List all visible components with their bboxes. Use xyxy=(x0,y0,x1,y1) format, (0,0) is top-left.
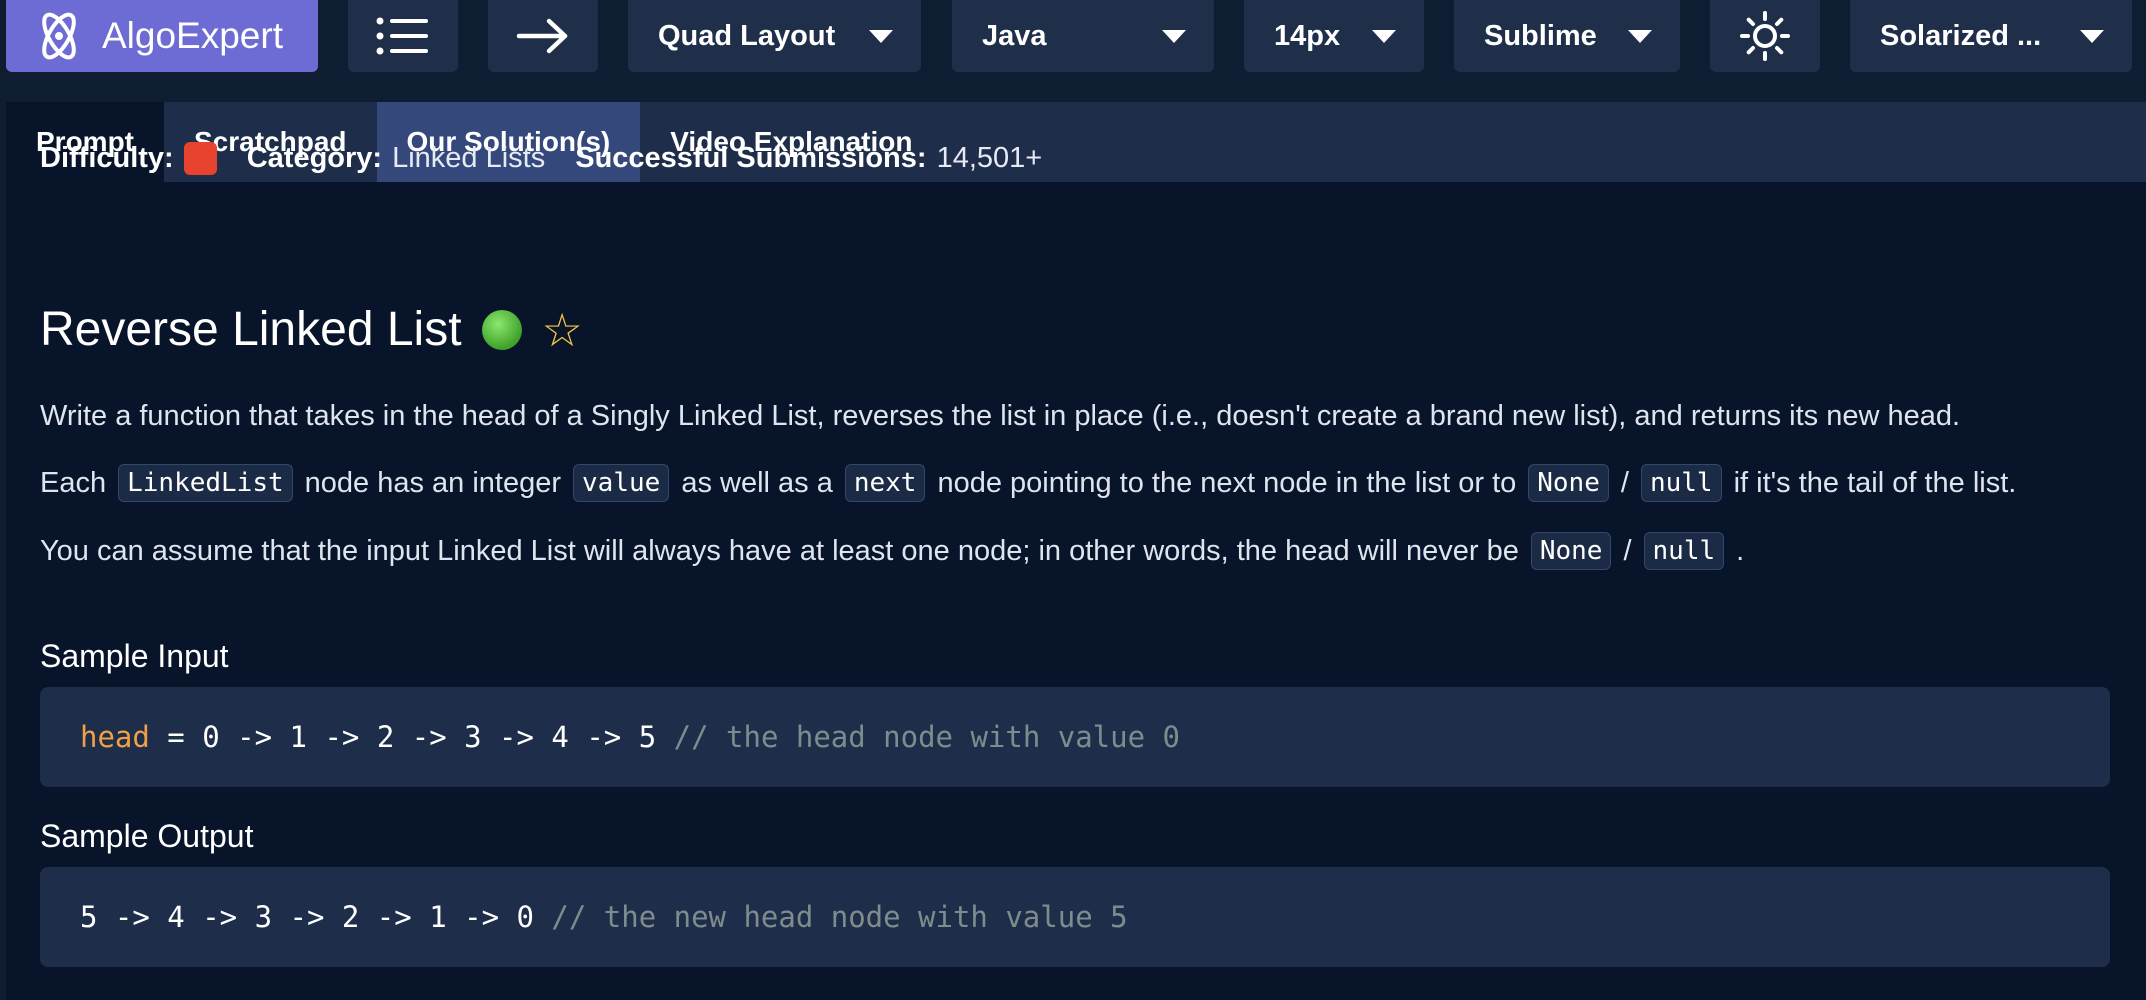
inline-code: null xyxy=(1640,464,1722,502)
chevron-down-icon xyxy=(1628,29,1652,43)
keymap-dropdown[interactable]: Sublime xyxy=(1454,0,1680,72)
text: if it's the tail of the list. xyxy=(1733,466,2017,499)
atom-logo-icon xyxy=(42,12,76,60)
prompt-paragraph-2: Each LinkedList node has an integer valu… xyxy=(40,464,2022,502)
difficulty-label: Difficulty: xyxy=(40,142,174,174)
text: You can assume that the input Linked Lis… xyxy=(40,534,1519,567)
code-expression: = 0 -> 1 -> 2 -> 3 -> 4 -> 5 xyxy=(149,720,674,754)
inline-code: None xyxy=(1530,532,1612,570)
sun-icon xyxy=(1740,11,1790,61)
separator: / xyxy=(1620,466,1629,499)
text: as well as a xyxy=(681,466,833,499)
problem-title: Reverse Linked List xyxy=(40,303,462,356)
code-comment: // the new head node with value 5 xyxy=(551,900,1128,934)
separator: / xyxy=(1623,534,1632,567)
logo-text: AlgoExpert xyxy=(102,15,283,56)
difficulty-indicator xyxy=(183,142,217,175)
font-size-dropdown[interactable]: 14px xyxy=(1244,0,1424,72)
problem-meta: Difficulty: Category: Linked Lists Succe… xyxy=(40,142,1072,175)
chevron-down-icon xyxy=(1372,29,1396,43)
category-label: Category: xyxy=(246,142,383,174)
chevron-down-icon xyxy=(1162,29,1186,43)
next-problem-button[interactable] xyxy=(488,0,598,72)
code-expression: 5 -> 4 -> 3 -> 2 -> 1 -> 0 xyxy=(80,900,552,934)
theme-toggle-button[interactable] xyxy=(1710,0,1820,72)
sample-output-code: 5 -> 4 -> 3 -> 2 -> 1 -> 0 // the new he… xyxy=(40,867,2110,967)
layout-dropdown[interactable]: Quad Layout xyxy=(628,0,921,72)
chevron-down-icon xyxy=(2080,29,2104,43)
code-variable: head xyxy=(80,720,150,754)
language-dropdown-value: Java xyxy=(982,19,1047,52)
language-dropdown[interactable]: Java xyxy=(952,0,1214,72)
list-icon xyxy=(376,17,428,55)
inline-code: None xyxy=(1528,464,1609,502)
problem-list-button[interactable] xyxy=(348,0,458,72)
completed-status-icon xyxy=(481,309,522,350)
inline-code: LinkedList xyxy=(118,464,293,502)
layout-dropdown-value: Quad Layout xyxy=(658,19,836,52)
text: Each xyxy=(40,466,107,499)
keymap-dropdown-value: Sublime xyxy=(1484,19,1597,52)
text: node has an integer xyxy=(304,466,562,499)
sample-output-heading: Sample Output xyxy=(40,818,254,854)
star-icon[interactable]: ☆ xyxy=(542,307,583,353)
sample-input-heading: Sample Input xyxy=(40,638,229,674)
prompt-paragraph-1: Write a function that takes in the head … xyxy=(40,400,1961,432)
text: . xyxy=(1736,534,1745,567)
category-value: Linked Lists xyxy=(392,142,546,174)
chevron-down-icon xyxy=(869,29,893,43)
inline-code: value xyxy=(573,464,670,502)
font-size-dropdown-value: 14px xyxy=(1274,19,1341,52)
problem-title-row: Reverse Linked List ☆ xyxy=(40,302,583,357)
algoexpert-logo-button[interactable]: AlgoExpert xyxy=(6,0,318,72)
top-toolbar: AlgoExpert Quad Layout Java 14px Sublime… xyxy=(0,0,2146,82)
submissions-value: 14,501+ xyxy=(936,142,1043,174)
prompt-paragraph-3: You can assume that the input Linked Lis… xyxy=(40,532,1750,570)
sample-input-code: head = 0 -> 1 -> 2 -> 3 -> 4 -> 5 // the… xyxy=(40,687,2110,787)
editor-theme-dropdown[interactable]: Solarized ... xyxy=(1850,0,2132,72)
inline-code: next xyxy=(844,464,926,502)
submissions-label: Successful Submissions: xyxy=(575,142,927,174)
arrow-right-icon xyxy=(516,18,568,54)
text: node pointing to the next node in the li… xyxy=(937,466,1517,499)
inline-code: null xyxy=(1643,532,1725,570)
editor-theme-dropdown-value: Solarized ... xyxy=(1880,19,2042,52)
code-comment: // the head node with value 0 xyxy=(673,720,1180,754)
